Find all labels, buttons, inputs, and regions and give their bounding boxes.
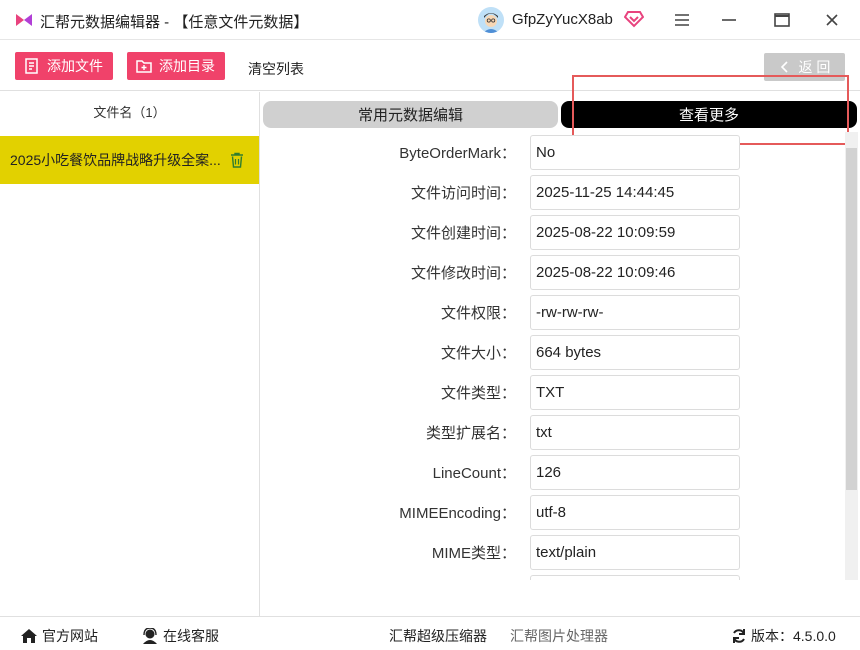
add-directory-button[interactable]: 添加目录 bbox=[127, 52, 225, 80]
meta-value-field[interactable]: TXT bbox=[530, 375, 740, 410]
official-website-label: 官方网站 bbox=[42, 628, 98, 644]
add-file-icon bbox=[25, 58, 38, 74]
meta-row-mime-type: MIME类型： text/plain bbox=[262, 532, 844, 572]
meta-value-field[interactable]: 664 bytes bbox=[530, 335, 740, 370]
meta-value-field[interactable]: 2025-08-22 10:09:46 bbox=[530, 255, 740, 290]
menu-icon[interactable] bbox=[670, 8, 694, 32]
tab-common-metadata[interactable]: 常用元数据编辑 bbox=[263, 101, 558, 128]
meta-value-field[interactable]: 126 bbox=[530, 455, 740, 490]
meta-row-access-time: 文件访问时间： 2025-11-25 14:44:45 bbox=[262, 172, 844, 212]
app-logo-icon bbox=[16, 14, 32, 26]
back-label: 返 回 bbox=[798, 59, 831, 75]
meta-label: LineCount： bbox=[432, 465, 516, 482]
file-name: 2025小吃餐饮品牌战略升级全案... bbox=[10, 152, 221, 168]
clear-list-button[interactable]: 清空列表 bbox=[248, 59, 304, 79]
add-file-label: 添加文件 bbox=[47, 58, 103, 74]
meta-row-modify-time: 文件修改时间： 2025-08-22 10:09:46 bbox=[262, 252, 844, 292]
chevron-left-icon bbox=[780, 61, 788, 73]
file-list-header: 文件名（1） bbox=[93, 104, 166, 120]
home-icon bbox=[21, 629, 37, 643]
window-title: 汇帮元数据编辑器 - 【任意文件元数据】 bbox=[40, 14, 309, 31]
add-directory-label: 添加目录 bbox=[159, 58, 215, 74]
add-file-button[interactable]: 添加文件 bbox=[15, 52, 113, 80]
vip-diamond-icon[interactable] bbox=[624, 10, 644, 28]
refresh-icon bbox=[733, 629, 745, 643]
image-tool-link[interactable]: 汇帮图片处理器 bbox=[510, 626, 608, 646]
meta-value-field[interactable]: 2025-11-25 14:44:45 bbox=[530, 175, 740, 210]
meta-row-permissions: 文件权限： -rw-rw-rw- bbox=[262, 292, 844, 332]
avatar[interactable] bbox=[478, 7, 504, 33]
maximize-icon[interactable] bbox=[770, 8, 794, 32]
meta-row-create-time: 文件创建时间： 2025-08-22 10:09:59 bbox=[262, 212, 844, 252]
version-number: 4.5.0.0 bbox=[793, 628, 836, 644]
meta-value-field[interactable]: text/plain bbox=[530, 535, 740, 570]
official-website-link[interactable]: 官方网站 bbox=[20, 626, 98, 646]
minimize-icon[interactable] bbox=[717, 8, 741, 32]
online-support-label: 在线客服 bbox=[163, 628, 219, 644]
close-icon[interactable] bbox=[820, 8, 844, 32]
meta-row-byteordermark: ByteOrderMark： No bbox=[262, 132, 844, 172]
title-bar: 汇帮元数据编辑器 - 【任意文件元数据】 GfpZyYucX8ab bbox=[0, 0, 860, 40]
meta-value-field[interactable]: txt bbox=[530, 415, 740, 450]
meta-row-extension: 类型扩展名： txt bbox=[262, 412, 844, 452]
meta-label: 文件修改时间： bbox=[410, 265, 516, 282]
meta-label: 文件权限： bbox=[440, 305, 516, 322]
meta-row-mime-encoding: MIMEEncoding： utf-8 bbox=[262, 492, 844, 532]
meta-label: ByteOrderMark： bbox=[399, 145, 516, 162]
meta-row-file-size: 文件大小： 664 bytes bbox=[262, 332, 844, 372]
meta-row-linecount: LineCount： 126 bbox=[262, 452, 844, 492]
scrollbar-thumb[interactable] bbox=[846, 148, 857, 490]
file-list-panel: 文件名（1） 2025小吃餐饮品牌战略升级全案... bbox=[0, 92, 260, 616]
meta-label: 文件类型： bbox=[440, 385, 516, 402]
compressor-link[interactable]: 汇帮超级压缩器 bbox=[389, 626, 487, 646]
support-headset-icon bbox=[143, 628, 157, 644]
meta-label: 文件创建时间： bbox=[410, 225, 516, 242]
meta-label: 文件访问时间： bbox=[410, 185, 516, 202]
meta-value-field[interactable] bbox=[530, 575, 740, 580]
version-label: 版本： bbox=[751, 628, 793, 644]
online-support-link[interactable]: 在线客服 bbox=[141, 626, 219, 646]
meta-row-file-type: 文件类型： TXT bbox=[262, 372, 844, 412]
user-avatar-icon bbox=[478, 7, 504, 33]
file-list-item[interactable]: 2025小吃餐饮品牌战略升级全案... bbox=[0, 136, 259, 184]
meta-label: 文件大小： bbox=[440, 345, 516, 362]
meta-value-field[interactable]: 2025-08-22 10:09:59 bbox=[530, 215, 740, 250]
add-folder-icon bbox=[136, 60, 152, 73]
meta-value-field[interactable]: utf-8 bbox=[530, 495, 740, 530]
meta-label: 类型扩展名： bbox=[425, 425, 516, 442]
meta-label: MIMEEncoding： bbox=[399, 505, 516, 522]
meta-value-field[interactable]: No bbox=[530, 135, 740, 170]
meta-value-field[interactable]: -rw-rw-rw- bbox=[530, 295, 740, 330]
username[interactable]: GfpZyYucX8ab bbox=[512, 11, 613, 28]
trash-icon[interactable] bbox=[230, 152, 244, 168]
meta-label: MIME类型： bbox=[431, 545, 516, 562]
version-info[interactable]: 版本： 4.5.0.0 bbox=[731, 626, 836, 646]
meta-row-partial bbox=[262, 572, 844, 580]
metadata-form: ByteOrderMark： No 文件访问时间： 2025-11-25 14:… bbox=[262, 132, 844, 580]
status-bar: 官方网站 在线客服 汇帮超级压缩器 汇帮图片处理器 版本： 4.5.0.0 bbox=[0, 616, 860, 650]
